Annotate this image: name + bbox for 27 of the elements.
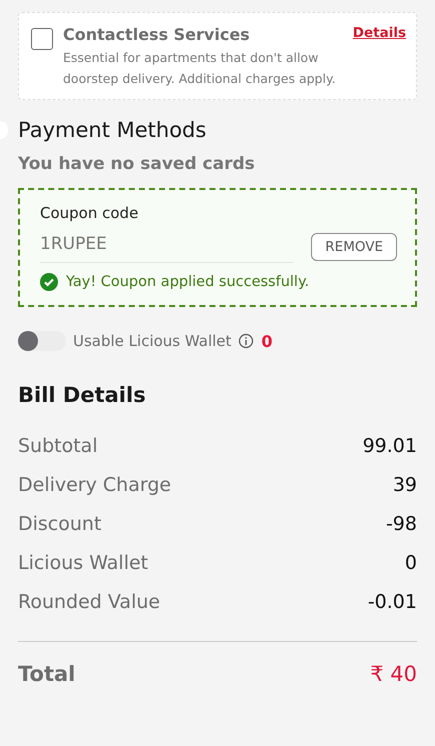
success-message: Yay! Coupon applied successfully. [66,274,310,290]
bill-value: 99.01 [362,435,417,457]
details-link[interactable]: Details [352,25,406,41]
bill-value: 39 [392,474,417,496]
wallet-amount: 0 [261,332,273,350]
contactless-description: Essential for apartments that don't allow doorstep delivery. Additional charges apply. [63,49,337,88]
contactless-title: Contactless Services [63,25,251,44]
bill-value: 0 [404,552,417,574]
info-icon[interactable] [238,333,254,349]
bill-label: Rounded Value [18,591,160,613]
bill-value: -0.01 [368,591,417,613]
coupon-label: Coupon code [40,204,140,222]
saved-cards-text: You have no saved cards [18,154,256,174]
bill-label: Licious Wallet [18,552,148,574]
bill-label: Discount [18,513,102,535]
bill-heading: Bill Details [18,383,147,407]
remove-button[interactable]: REMOVE [311,232,397,260]
bill-value: -98 [386,513,417,535]
total-label: Total [18,662,76,686]
payment-heading: Payment Methods [18,118,206,142]
coupon-field[interactable]: 1RUPEE [40,230,294,263]
wallet-label: Usable Licious Wallet [73,332,232,350]
bill-label: Subtotal [18,435,98,457]
wallet-toggle[interactable] [18,331,66,351]
bill-label: Delivery Charge [18,474,172,496]
checkbox[interactable] [31,28,53,50]
total-value: ₹ 40 [370,662,417,686]
